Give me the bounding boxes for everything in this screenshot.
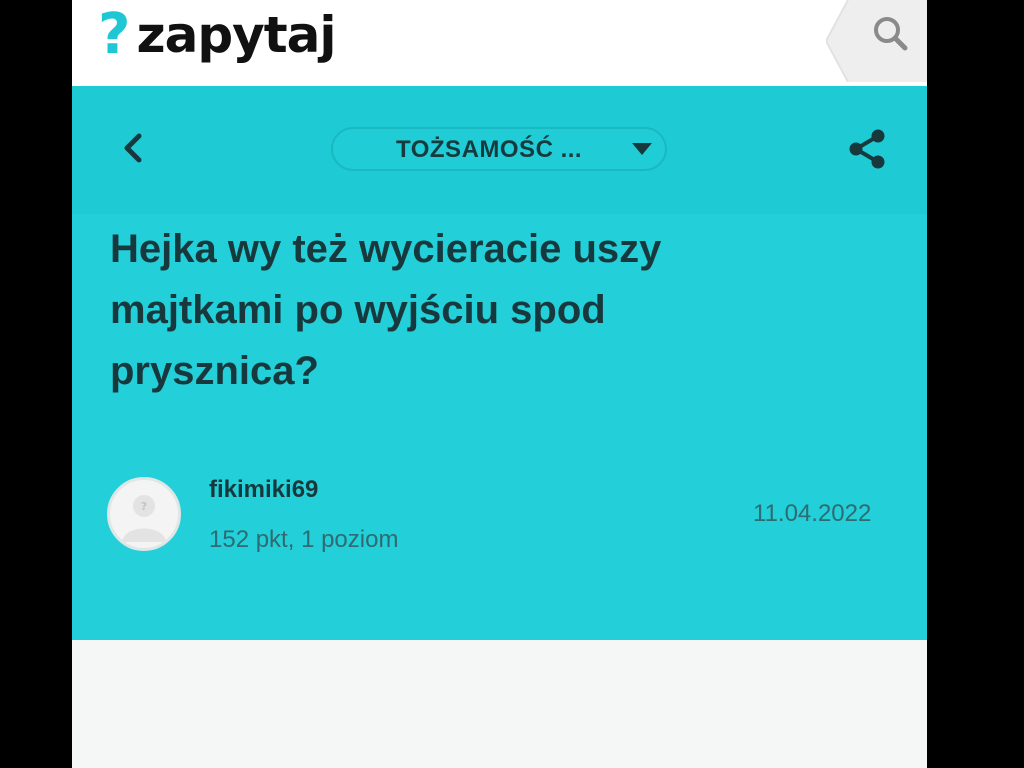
search-icon [874,17,908,51]
question-title: Hejka wy też wycieracie uszy majtkami po… [110,227,662,393]
caret-down-icon [632,143,652,155]
app-screen: ? zapytaj TOŻSAMOŚĆ ... Hejka wy też wyc… [72,0,927,768]
post-date: 11.04.2022 [753,500,872,527]
share-icon[interactable] [844,126,890,172]
search-button[interactable] [826,0,927,82]
zapytaj-logo[interactable]: ? zapytaj [98,0,337,80]
content-area [72,640,927,768]
chevron-left-icon[interactable] [112,126,156,170]
category-dropdown[interactable]: TOŻSAMOŚĆ ... [331,127,667,171]
author-info: ? fikimiki69 152 pkt, 1 poziom 11.04.202… [107,476,897,566]
side-bar-black [927,0,1024,768]
avatar-placeholder-glyph: ? [141,500,147,513]
logo-wordmark: zapytaj [136,6,336,64]
author-stats: 152 pkt, 1 poziom [209,526,399,553]
logo-question-mark: ? [98,2,131,67]
question-hero: TOŻSAMOŚĆ ... Hejka wy też wycieracie us… [72,86,927,640]
default-avatar-icon: ? [110,480,178,548]
top-header: ? zapytaj [72,0,927,86]
avatar[interactable]: ? [107,477,181,551]
category-label: TOŻSAMOŚĆ ... [396,136,583,163]
author-username[interactable]: fikimiki69 [209,476,318,504]
